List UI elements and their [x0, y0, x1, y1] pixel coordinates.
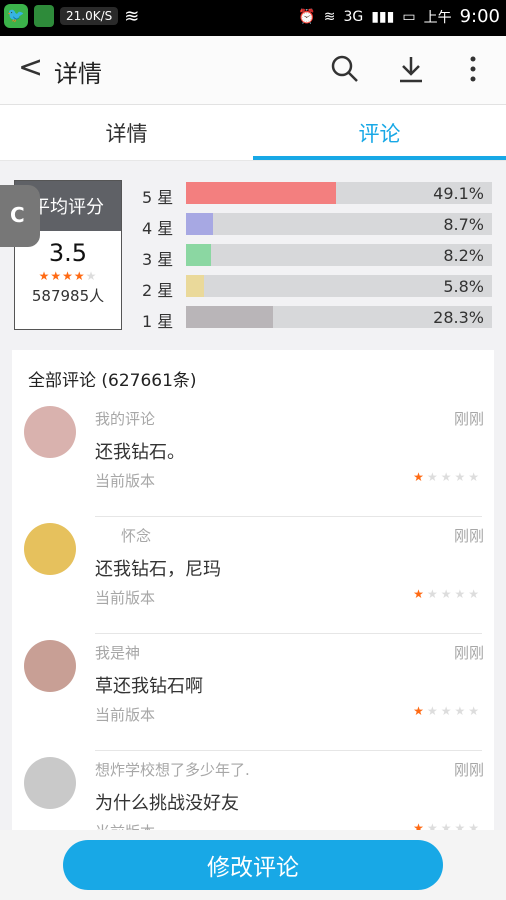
status-left: 🐦 21.0K/S ≋: [4, 4, 139, 28]
tab-bar: 详情 评论: [0, 105, 506, 161]
rating-row-2: 2 星 5.8%: [142, 275, 494, 300]
rating-row-percent: 49.1%: [433, 184, 484, 203]
am-pm: 上午: [423, 9, 452, 26]
battery-icon: ▭: [402, 8, 416, 25]
review-item[interactable]: 我的评论 刚刚 还我钻石。 当前版本 ★★★★★: [12, 400, 494, 517]
rating-bar-fill: [186, 306, 273, 328]
reviews-card: 全部评论 (627661条) 我的评论 刚刚 还我钻石。 当前版本 ★★★★★ …: [12, 350, 494, 830]
page-title: 详情: [54, 60, 102, 88]
avatar[interactable]: [24, 757, 76, 809]
review-text: 为什么挑战没好友: [95, 793, 239, 814]
rating-row-label: 4 星: [142, 219, 174, 238]
review-text: 还我钻石，尼玛: [95, 559, 221, 580]
edit-review-button[interactable]: 修改评论: [63, 840, 443, 890]
network-speed: 21.0K/S: [60, 7, 119, 25]
review-author: 我的评论: [95, 410, 156, 428]
review-stars: ★★★★★: [413, 821, 482, 830]
rating-bar: 49.1%: [186, 182, 492, 204]
rating-row-3: 3 星 8.2%: [142, 244, 494, 269]
review-version: 当前版本: [95, 472, 156, 490]
rating-row-label: 5 星: [142, 188, 174, 207]
review-version: 当前版本: [95, 589, 156, 607]
review-author: 怀念: [121, 527, 152, 545]
clock: 9:00: [459, 6, 500, 27]
rating-row-percent: 5.8%: [443, 277, 484, 296]
rating-bar-fill: [186, 213, 213, 235]
review-item[interactable]: 我是神 刚刚 草还我钻石啊 当前版本 ★★★★★: [12, 634, 494, 751]
rating-bar: 8.7%: [186, 213, 492, 235]
rating-row-5: 5 星 49.1%: [142, 182, 494, 207]
review-time: 刚刚: [453, 410, 484, 428]
wifi-icon: ≋: [124, 5, 140, 27]
rating-row-label: 1 星: [142, 312, 174, 331]
rating-row-percent: 8.7%: [443, 215, 484, 234]
tab-details[interactable]: 详情: [0, 105, 253, 160]
review-stars: ★★★★★: [413, 587, 482, 601]
alarm-icon: ⏰: [298, 8, 316, 25]
review-stars: ★★★★★: [413, 704, 482, 718]
rating-row-percent: 28.3%: [433, 308, 484, 327]
rating-row-label: 3 星: [142, 250, 174, 269]
rating-bar-fill: [186, 275, 204, 297]
review-time: 刚刚: [453, 527, 484, 545]
review-version: 当前版本: [95, 821, 155, 830]
app-notification-icon: 🐦: [4, 4, 28, 28]
rating-count: 587985人: [31, 287, 105, 305]
reviews-header: 全部评论 (627661条): [28, 371, 197, 391]
tab-comments[interactable]: 评论: [253, 105, 506, 160]
review-text: 草还我钻石啊: [95, 676, 203, 697]
rating-row-4: 4 星 8.7%: [142, 213, 494, 238]
more-options-icon[interactable]: [458, 54, 488, 84]
avatar[interactable]: [24, 640, 76, 692]
review-time: 刚刚: [453, 644, 484, 662]
review-author: 我是神: [95, 644, 141, 662]
avatar[interactable]: [24, 406, 76, 458]
rating-bar: 28.3%: [186, 306, 492, 328]
average-rating-stars: ★★★★★: [38, 269, 98, 283]
status-right: ⏰ ≋ 3G ▮▮▮ ▭ 上午 9:00: [298, 6, 500, 27]
review-time: 刚刚: [453, 761, 484, 779]
status-bar: 🐦 21.0K/S ≋ ⏰ ≋ 3G ▮▮▮ ▭ 上午 9:00: [0, 0, 506, 36]
rating-row-label: 2 星: [142, 281, 174, 300]
search-icon[interactable]: [330, 54, 360, 84]
wifi-signal-icon: ≋: [323, 8, 336, 25]
review-text: 还我钻石。: [95, 442, 185, 463]
rating-row-percent: 8.2%: [443, 246, 484, 265]
back-icon[interactable]: <: [18, 52, 43, 84]
network-type: 3G: [343, 8, 364, 25]
review-version: 当前版本: [95, 706, 156, 724]
security-icon: [34, 5, 54, 27]
review-item[interactable]: 怀念 刚刚 还我钻石，尼玛 当前版本 ★★★★★: [12, 517, 494, 634]
top-bar: < 详情: [0, 36, 506, 105]
review-author: 想炸学校想了多少年了.: [95, 761, 250, 779]
rating-bar: 5.8%: [186, 275, 492, 297]
bottom-bar: 修改评论: [0, 830, 506, 900]
rating-bar: 8.2%: [186, 244, 492, 266]
floating-overlay-button[interactable]: C: [0, 185, 40, 247]
signal-icon: ▮▮▮: [371, 8, 395, 25]
review-item[interactable]: 想炸学校想了多少年了. 刚刚 为什么挑战没好友 当前版本 ★★★★★: [12, 751, 494, 830]
rating-bar-fill: [186, 182, 337, 204]
download-icon[interactable]: [396, 54, 426, 84]
avatar[interactable]: [24, 523, 76, 575]
rating-bar-fill: [186, 244, 212, 266]
rating-row-1: 1 星 28.3%: [142, 306, 494, 331]
review-stars: ★★★★★: [413, 470, 482, 484]
